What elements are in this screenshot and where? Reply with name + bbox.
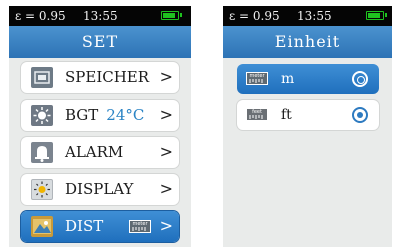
unit-screen: ε = 0.95 13:55 Einheit meter m feet ft bbox=[223, 6, 392, 247]
screen-title: Einheit bbox=[223, 26, 392, 58]
dist-icon bbox=[31, 216, 53, 237]
unit-option-label: ft bbox=[281, 107, 292, 123]
unit-option-feet[interactable]: feet ft bbox=[237, 100, 379, 130]
unit-option-label: m bbox=[281, 71, 295, 87]
chevron-right-icon: > bbox=[159, 179, 173, 198]
chevron-right-icon: > bbox=[159, 216, 173, 235]
battery-icon bbox=[161, 11, 182, 20]
unit-option-meter[interactable]: meter m bbox=[237, 64, 379, 94]
chevron-right-icon: > bbox=[159, 142, 173, 161]
menu-item-label: BGT 24°C bbox=[65, 106, 144, 124]
emissivity-readout: ε = 0.95 bbox=[15, 9, 66, 23]
chevron-right-icon: > bbox=[159, 67, 173, 86]
meter-badge-icon: meter bbox=[129, 220, 151, 233]
menu-item-alarm[interactable]: ALARM > bbox=[21, 137, 179, 168]
screen-title: SET bbox=[9, 26, 191, 58]
clock: 13:55 bbox=[297, 9, 332, 23]
clock: 13:55 bbox=[83, 9, 118, 23]
speicher-icon bbox=[31, 67, 53, 88]
settings-screen: ε = 0.95 13:55 SET SPEICHER > BGT 24°C > … bbox=[9, 6, 191, 247]
chevron-right-icon: > bbox=[159, 105, 173, 124]
menu-item-label: DIST bbox=[65, 217, 104, 235]
radio-button[interactable] bbox=[352, 71, 368, 87]
bgt-icon bbox=[31, 105, 53, 126]
menu-item-speicher[interactable]: SPEICHER > bbox=[21, 62, 179, 93]
menu-item-dist[interactable]: DIST meter > bbox=[21, 211, 179, 242]
battery-icon bbox=[366, 11, 387, 20]
menu-item-bgt[interactable]: BGT 24°C > bbox=[21, 100, 179, 131]
status-bar: ε = 0.95 13:55 bbox=[9, 6, 191, 26]
radio-button[interactable] bbox=[352, 107, 368, 123]
feet-badge-icon: feet bbox=[246, 108, 268, 121]
meter-badge-icon: meter bbox=[246, 72, 268, 85]
menu-item-display[interactable]: DISPLAY > bbox=[21, 174, 179, 205]
bgt-value: 24°C bbox=[106, 106, 145, 124]
menu-item-label: ALARM bbox=[65, 143, 124, 161]
emissivity-readout: ε = 0.95 bbox=[229, 9, 280, 23]
status-bar: ε = 0.95 13:55 bbox=[223, 6, 392, 26]
display-icon bbox=[31, 179, 53, 200]
bgt-label: BGT bbox=[65, 106, 99, 124]
menu-item-label: DISPLAY bbox=[65, 180, 134, 198]
menu-item-label: SPEICHER bbox=[65, 68, 150, 86]
alarm-icon bbox=[31, 142, 53, 163]
